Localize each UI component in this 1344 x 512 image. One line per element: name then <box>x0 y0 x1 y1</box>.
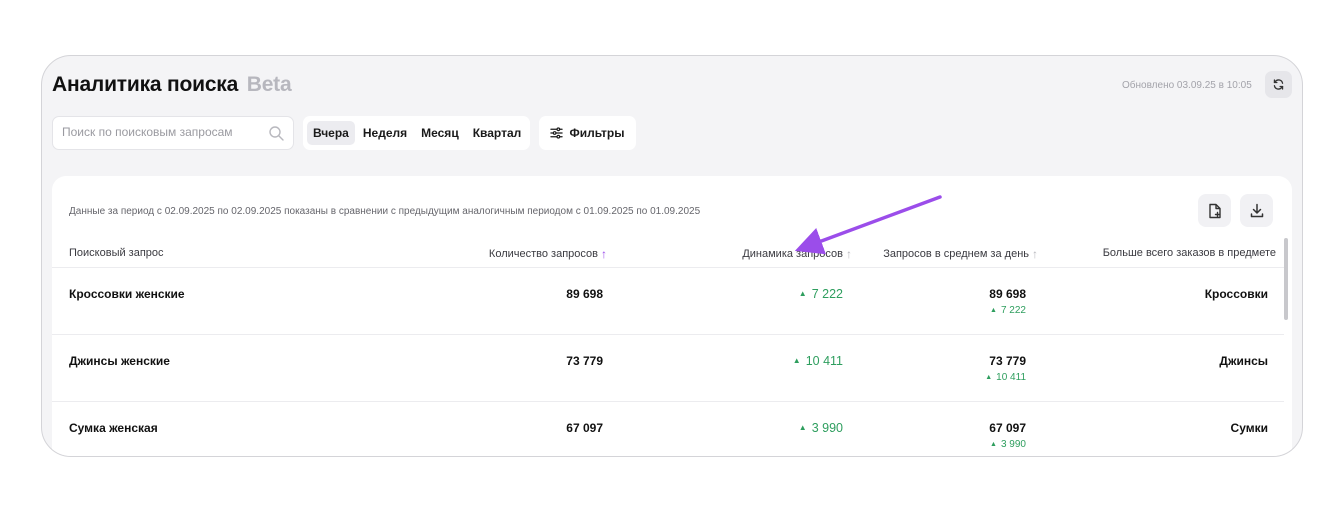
period-switcher: Вчера Неделя Месяц Квартал <box>303 116 530 150</box>
results-panel: Данные за период с 02.09.2025 по 02.09.2… <box>52 176 1292 456</box>
sort-arrow-icon: ↑ <box>1032 247 1038 261</box>
row-query: Сумка женская <box>69 421 158 435</box>
column-header-dynamics[interactable]: Динамика запросов ↑ <box>742 247 852 261</box>
row-dynamics-value: 10 411 <box>805 354 843 368</box>
report-button[interactable] <box>1198 194 1231 227</box>
column-header-avg[interactable]: Запросов в среднем за день ↑ <box>883 247 1038 261</box>
search-input[interactable] <box>62 125 262 139</box>
trend-up-icon: ▲ <box>990 307 997 314</box>
row-subject: Кроссовки <box>1204 287 1268 301</box>
period-yesterday[interactable]: Вчера <box>307 121 355 145</box>
row-avg: 67 097 ▲ 3 990 <box>989 421 1026 450</box>
trend-up-icon: ▲ <box>798 289 807 298</box>
row-dynamics-value: 7 222 <box>811 287 843 301</box>
refresh-button[interactable] <box>1265 71 1292 98</box>
row-dynamics: ▲ 7 222 <box>799 287 843 301</box>
table-row[interactable]: Кроссовки женские 89 698 ▲ 7 222 89 698 ▲ 7… <box>52 268 1284 335</box>
row-avg-dynamics: ▲ 7 222 <box>989 305 1026 316</box>
row-avg: 73 779 ▲ 10 411 <box>985 354 1026 383</box>
beta-badge: Beta <box>246 73 292 96</box>
row-query: Кроссовки женские <box>69 287 185 301</box>
row-avg-value: 73 779 <box>989 354 1026 368</box>
column-header-count[interactable]: Количество запросов ↑ <box>489 247 607 261</box>
refresh-icon <box>1273 79 1284 90</box>
column-header-query[interactable]: Поисковый запрос <box>69 247 164 259</box>
sort-arrow-icon: ↑ <box>846 247 852 261</box>
row-query: Джинсы женские <box>69 354 170 368</box>
filters-button[interactable]: Фильтры <box>539 116 636 150</box>
table-scrollbar[interactable] <box>1284 238 1288 320</box>
row-avg-value: 67 097 <box>989 421 1026 435</box>
page-title: Аналитика поиска Beta <box>52 73 292 97</box>
row-count: 73 779 <box>566 354 603 368</box>
download-icon <box>1250 203 1263 218</box>
row-avg: 89 698 ▲ 7 222 <box>989 287 1026 316</box>
period-month[interactable]: Месяц <box>415 121 465 145</box>
updated-timestamp: Обновлено 03.09.25 в 10:05 <box>1122 80 1252 91</box>
column-header-count-label: Количество запросов <box>488 248 598 260</box>
download-button[interactable] <box>1240 194 1273 227</box>
period-week[interactable]: Неделя <box>357 121 413 145</box>
row-dynamics: ▲ 3 990 <box>799 421 843 435</box>
trend-up-icon: ▲ <box>990 441 997 448</box>
search-box <box>52 116 294 150</box>
trend-up-icon: ▲ <box>792 356 801 365</box>
row-count: 89 698 <box>566 287 603 301</box>
row-avg-dynamics-value: 3 990 <box>1000 439 1026 450</box>
row-avg-dynamics-value: 10 411 <box>996 372 1026 383</box>
sort-arrow-icon: ↑ <box>601 247 607 261</box>
table-row[interactable]: Сумка женская 67 097 ▲ 3 990 67 097 ▲ 3 990… <box>52 402 1284 456</box>
column-header-subject-label: Больше всего заказов в предмете <box>1102 247 1276 259</box>
filter-icon <box>550 127 564 139</box>
row-avg-dynamics-value: 7 222 <box>1000 305 1026 316</box>
row-dynamics-value: 3 990 <box>811 421 843 435</box>
column-header-avg-label: Запросов в среднем за день <box>883 248 1029 260</box>
analytics-window: Аналитика поиска Beta Обновлено 03.09.25… <box>41 55 1303 457</box>
row-avg-dynamics: ▲ 10 411 <box>985 372 1026 383</box>
column-header-dynamics-label: Динамика запросов <box>742 248 843 260</box>
table-row[interactable]: Джинсы женские 73 779 ▲ 10 411 73 779 ▲ 10 … <box>52 335 1284 402</box>
row-subject: Сумки <box>1230 421 1268 435</box>
row-avg-dynamics: ▲ 3 990 <box>989 439 1026 450</box>
row-subject: Джинсы <box>1219 354 1268 368</box>
row-avg-value: 89 698 <box>989 287 1026 301</box>
trend-up-icon: ▲ <box>985 374 993 381</box>
search-icon[interactable] <box>268 125 284 141</box>
trend-up-icon: ▲ <box>798 423 807 432</box>
report-icon <box>1208 203 1221 218</box>
filters-label: Фильтры <box>569 126 625 140</box>
column-header-subject[interactable]: Больше всего заказов в предмете <box>1103 247 1276 259</box>
period-note: Данные за период с 02.09.2025 по 02.09.2… <box>69 206 701 217</box>
period-quarter[interactable]: Квартал <box>467 121 528 145</box>
row-dynamics: ▲ 10 411 <box>793 354 843 368</box>
row-count: 67 097 <box>566 421 603 435</box>
column-header-query-label: Поисковый запрос <box>69 247 164 259</box>
page-title-text: Аналитика поиска <box>52 73 239 96</box>
